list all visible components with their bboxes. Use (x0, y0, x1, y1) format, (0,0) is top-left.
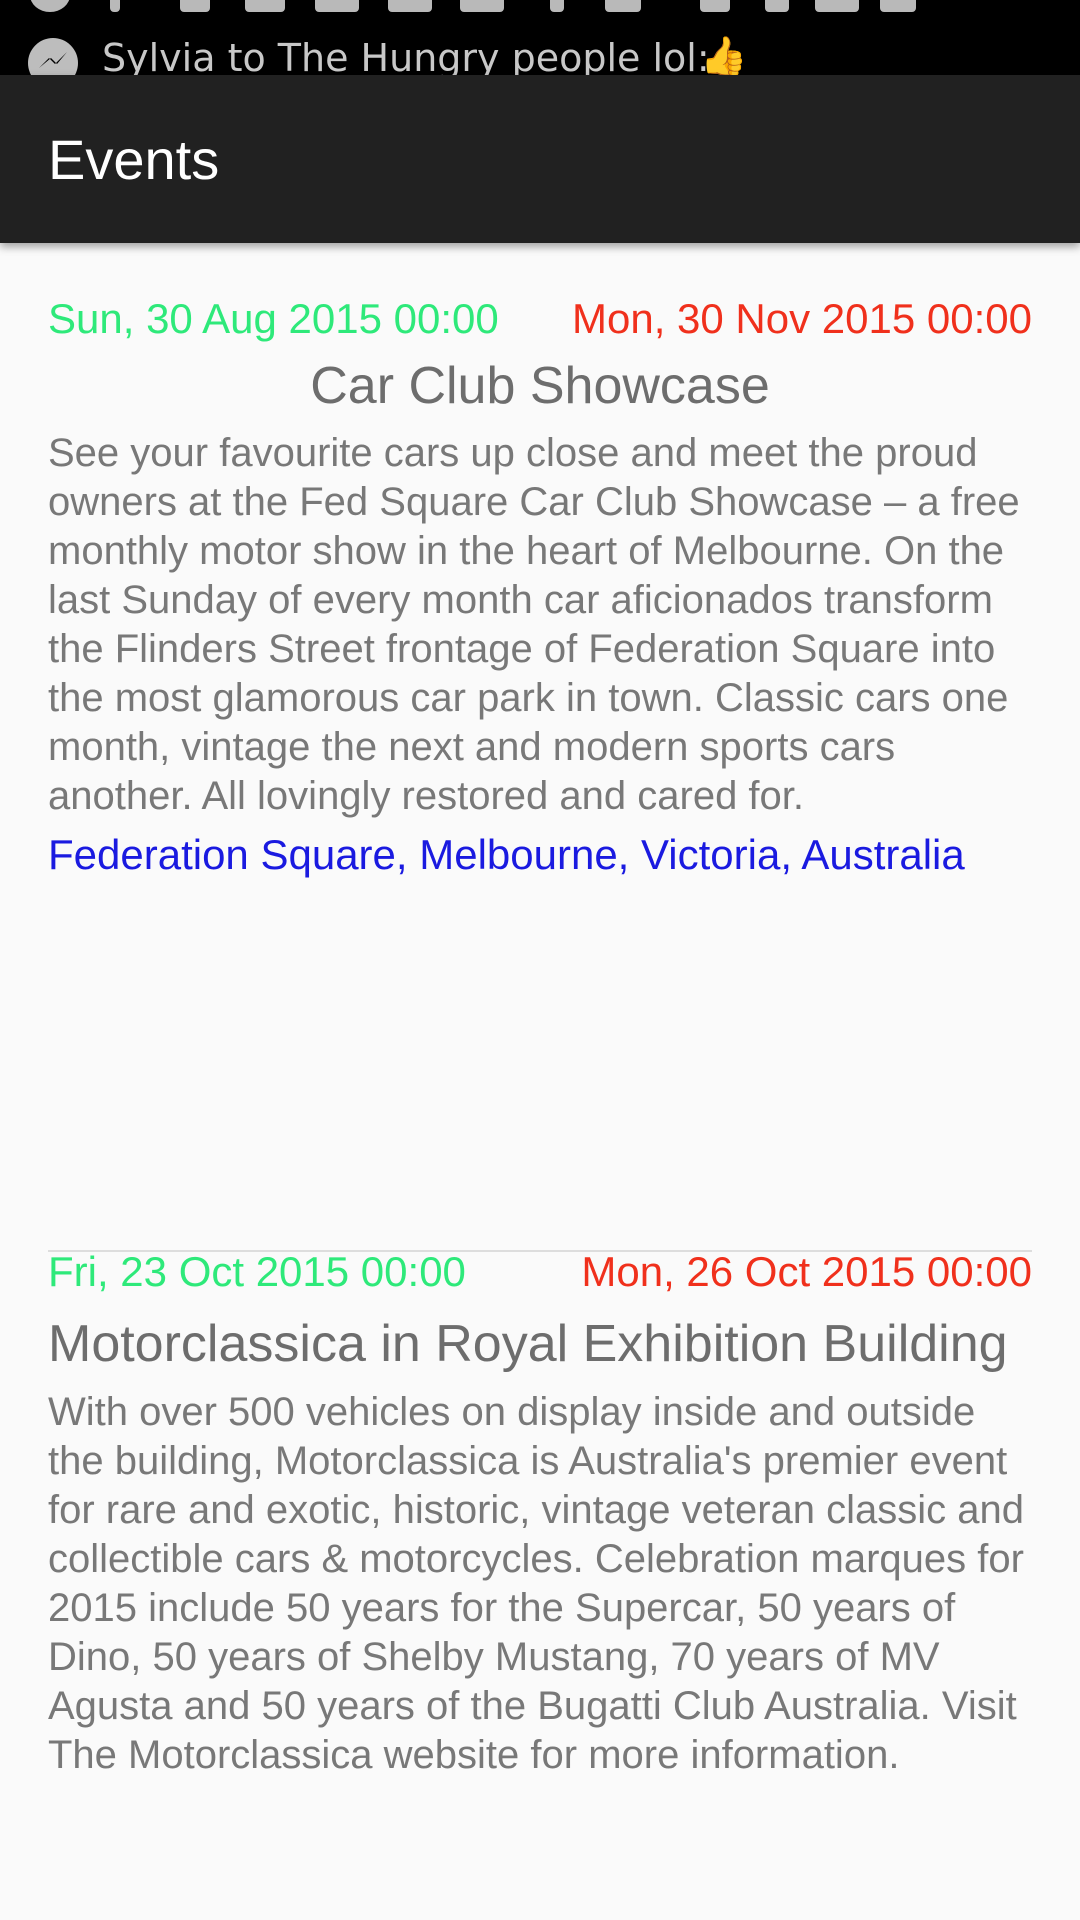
app-bar: Events (0, 75, 1080, 243)
event-start-date: Fri, 23 Oct 2015 00:00 (48, 1248, 466, 1295)
warning-icon (315, 0, 359, 12)
event-card[interactable]: Fri, 23 Oct 2015 00:00 Mon, 26 Oct 2015 … (48, 1248, 1032, 1800)
data-transfer-icon (765, 0, 789, 12)
warning-icon (460, 0, 504, 12)
event-title: Car Club Showcase (310, 357, 770, 415)
event-title: Motorclassica in Royal Exhibition Buildi… (48, 1315, 1008, 1373)
event-end-date: Mon, 26 Oct 2015 00:00 (581, 1248, 1032, 1295)
status-bar: Sylvia to The Hungry people lol: 👍 (0, 0, 1080, 75)
image-icon (180, 0, 210, 12)
event-date-row: Fri, 23 Oct 2015 00:00 Mon, 26 Oct 2015 … (48, 1248, 1032, 1298)
event-date-row: Sun, 30 Aug 2015 00:00 Mon, 30 Nov 2015 … (48, 295, 1032, 345)
event-end-date: Mon, 30 Nov 2015 00:00 (572, 295, 1032, 342)
download-icon (550, 0, 564, 12)
notification-text: Sylvia to The Hungry people lol: (102, 36, 710, 75)
page-title: Events (48, 128, 220, 191)
event-card[interactable]: Sun, 30 Aug 2015 00:00 Mon, 30 Nov 2015 … (48, 295, 1032, 881)
notification-ticker: Sylvia to The Hungry people lol: 👍 (0, 28, 1080, 75)
event-description: With over 500 vehicles on display inside… (48, 1390, 1025, 1777)
briefcase-icon (245, 0, 285, 12)
signal-icon (815, 0, 859, 12)
event-start-date: Sun, 30 Aug 2015 00:00 (48, 295, 499, 342)
chat-icon (30, 0, 70, 12)
event-description: See your favourite cars up close and mee… (48, 431, 1020, 818)
battery-icon (880, 0, 916, 12)
event-location-link[interactable]: Federation Square, Melbourne, Victoria, … (48, 829, 1032, 881)
vibrate-icon (700, 0, 730, 12)
status-icons (0, 0, 1080, 18)
copy-icon (605, 0, 641, 12)
thumbs-up-emoji: 👍 (700, 34, 748, 75)
pin-icon (110, 0, 120, 12)
warning-icon (388, 0, 432, 12)
messenger-icon (28, 38, 78, 75)
